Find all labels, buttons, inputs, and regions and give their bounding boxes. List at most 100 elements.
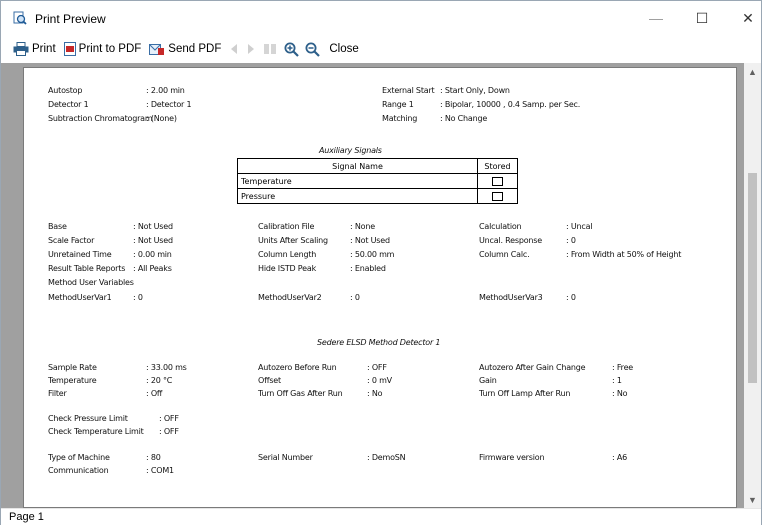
send-pdf-button[interactable]: Send PDF (149, 38, 221, 60)
sample-rate-label: Sample Rate (48, 363, 97, 372)
autozero-after-gain-value: : Free (612, 363, 634, 372)
auxiliary-signals-table: Signal Name Stored Temperature Pressure (237, 158, 518, 204)
communication-label: Communication (48, 466, 109, 475)
minimize-button[interactable]: — (633, 1, 679, 35)
subtraction-label: Subtraction Chromatogram (48, 114, 153, 123)
maximize-button[interactable]: ☐ (679, 1, 725, 35)
result-table-value: : All Peaks (133, 264, 172, 273)
preview-area[interactable]: Autostop : 2.00 min Detector 1 : Detecto… (1, 63, 761, 508)
unretained-time-value: : 0.00 min (133, 250, 172, 259)
serial-number-value: : DemoSN (367, 453, 406, 462)
offset-value: : 0 mV (367, 376, 392, 385)
status-bar: Page 1 (1, 508, 761, 525)
filter-value: : Off (146, 389, 163, 398)
check-temperature-limit-value: : OFF (159, 427, 179, 436)
type-of-machine-label: Type of Machine (48, 453, 110, 462)
zoom-in-icon (284, 42, 300, 57)
base-value: : Not Used (133, 222, 173, 231)
calibration-file-value: : None (350, 222, 375, 231)
autozero-after-gain-label: Autozero After Gain Change (479, 363, 586, 372)
scale-factor-value: : Not Used (133, 236, 173, 245)
check-temperature-limit-label: Check Temperature Limit (48, 427, 144, 436)
range-label: Range 1 (382, 100, 414, 109)
unretained-time-label: Unretained Time (48, 250, 112, 259)
aux-row-temperature: Temperature (237, 173, 518, 189)
elsd-section-title: Sedere ELSD Method Detector 1 (317, 338, 441, 347)
scrollbar-thumb[interactable] (748, 173, 757, 383)
method-user-var3-label: MethodUserVar3 (479, 293, 543, 302)
filter-label: Filter (48, 389, 67, 398)
zoom-out-button[interactable] (305, 38, 323, 60)
aux-table-header: Signal Name Stored (237, 158, 518, 174)
uncal-response-value: : 0 (566, 236, 576, 245)
method-user-var2-value: : 0 (350, 293, 360, 302)
serial-number-label: Serial Number (258, 453, 313, 462)
window-title: Print Preview (35, 12, 106, 26)
calculation-label: Calculation (479, 222, 522, 231)
zoom-in-button[interactable] (284, 38, 302, 60)
method-user-variables-label: Method User Variables (48, 278, 134, 287)
vertical-scrollbar[interactable]: ▲ ▼ (744, 63, 761, 508)
check-pressure-limit-value: : OFF (159, 414, 179, 423)
method-user-var1-value: : 0 (133, 293, 143, 302)
page-indicator: Page 1 (9, 511, 44, 523)
stored-checkbox[interactable] (492, 176, 503, 186)
toolbar: Print Print to PDF Send PDF Close (1, 37, 761, 61)
column-calc-value: : From Width at 50% of Height (566, 250, 682, 259)
column-length-label: Column Length (258, 250, 317, 259)
print-to-pdf-button[interactable]: Print to PDF (63, 38, 142, 60)
uncal-response-label: Uncal. Response (479, 236, 542, 245)
next-page-icon (248, 44, 255, 54)
gain-value: : 1 (612, 376, 622, 385)
aux-signal-name: Temperature (237, 173, 478, 189)
close-preview-button[interactable]: Close (329, 38, 358, 60)
scroll-up-icon[interactable]: ▲ (744, 63, 761, 80)
units-after-scaling-value: : Not Used (350, 236, 390, 245)
check-pressure-limit-label: Check Pressure Limit (48, 414, 128, 423)
close-window-button[interactable]: ✕ (725, 1, 762, 35)
hide-istd-label: Hide ISTD Peak (258, 264, 317, 273)
previous-page-icon (231, 44, 238, 54)
autozero-before-run-label: Autozero Before Run (258, 363, 337, 372)
offset-label: Offset (258, 376, 281, 385)
print-preview-window: Print Preview — ☐ ✕ Print Print to PDF S… (0, 0, 762, 525)
next-page-button[interactable] (246, 38, 259, 60)
matching-value: : No Change (440, 114, 488, 123)
previous-page-button[interactable] (229, 38, 242, 60)
multi-page-icon (264, 44, 277, 54)
range-value: : Bipolar, 10000 , 0.4 Samp. per Sec. (440, 100, 581, 109)
method-user-var3-value: : 0 (566, 293, 576, 302)
multi-page-button[interactable] (263, 38, 280, 60)
printer-icon (13, 42, 29, 56)
method-user-var2-label: MethodUserVar2 (258, 293, 322, 302)
external-start-value: : Start Only, Down (440, 86, 510, 95)
result-table-label: Result Table Reports (48, 264, 126, 273)
type-of-machine-value: : 80 (146, 453, 161, 462)
turn-off-gas-value: : No (367, 389, 383, 398)
send-pdf-icon (149, 44, 165, 55)
units-after-scaling-label: Units After Scaling (258, 236, 328, 245)
document-page: Autostop : 2.00 min Detector 1 : Detecto… (23, 67, 737, 508)
sample-rate-value: : 33.00 ms (146, 363, 187, 372)
print-to-pdf-label: Print to PDF (78, 43, 142, 55)
stored-cell (477, 173, 518, 189)
turn-off-lamp-value: : No (612, 389, 628, 398)
temperature-value: : 20 °C (146, 376, 173, 385)
stored-header: Stored (477, 158, 518, 174)
auxiliary-signals-title: Auxiliary Signals (319, 146, 382, 155)
detector-value: : Detector 1 (146, 100, 192, 109)
turn-off-gas-label: Turn Off Gas After Run (258, 389, 343, 398)
zoom-out-icon (305, 42, 321, 57)
scroll-down-icon[interactable]: ▼ (744, 491, 761, 508)
aux-signal-name: Pressure (237, 188, 478, 204)
method-user-var1-label: MethodUserVar1 (48, 293, 112, 302)
autostop-label: Autostop (48, 86, 83, 95)
base-label: Base (48, 222, 67, 231)
print-button[interactable]: Print (13, 38, 56, 60)
calculation-value: : Uncal (566, 222, 593, 231)
column-calc-label: Column Calc. (479, 250, 530, 259)
calibration-file-label: Calibration File (258, 222, 315, 231)
stored-checkbox[interactable] (492, 191, 503, 201)
external-start-label: External Start (382, 86, 435, 95)
aux-row-pressure: Pressure (237, 188, 518, 204)
